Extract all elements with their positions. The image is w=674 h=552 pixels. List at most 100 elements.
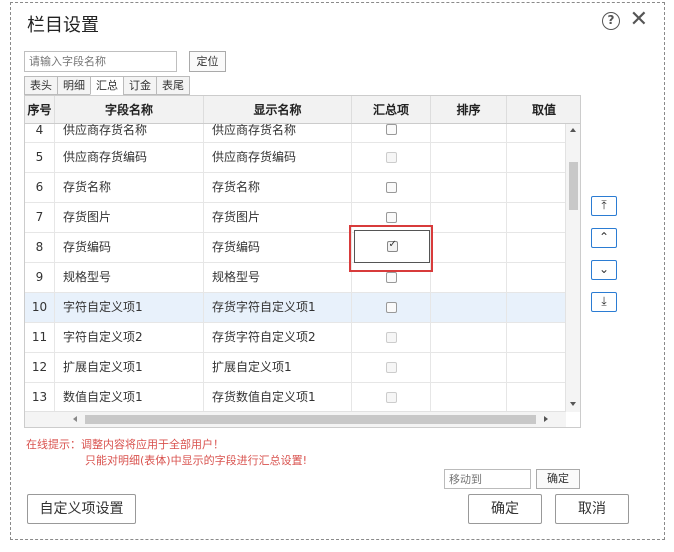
summary-checkbox[interactable] — [385, 182, 397, 193]
scroll-up-icon[interactable] — [570, 128, 576, 132]
value-cell — [507, 323, 566, 352]
vertical-scroll-thumb[interactable] — [569, 162, 578, 210]
col-header-display: 显示名称 — [204, 96, 352, 123]
tab-header[interactable]: 表头 — [24, 76, 57, 95]
display-name-cell: 规格型号 — [204, 263, 352, 292]
online-tip-line-2: 只能对明细(表体)中显示的字段进行汇总设置! — [85, 454, 307, 467]
row-number: 4 — [25, 124, 55, 142]
table-row[interactable]: 5 供应商存货编码 供应商存货编码 — [25, 143, 566, 173]
move-to-input[interactable] — [444, 469, 531, 489]
tab-detail[interactable]: 明细 — [57, 76, 90, 95]
table-row[interactable]: 13 数值自定义项1 存货数值自定义项1 — [25, 383, 566, 412]
tab-summary[interactable]: 汇总 — [90, 76, 123, 95]
vertical-scrollbar[interactable] — [565, 124, 580, 412]
value-cell — [507, 233, 566, 262]
display-name-cell: 存货数值自定义项1 — [204, 383, 352, 412]
summary-cell[interactable] — [352, 124, 431, 142]
table-row[interactable]: 8 存货编码 存货编码 — [25, 233, 566, 263]
table-row[interactable]: 6 存货名称 存货名称 — [25, 173, 566, 203]
display-name-cell: 供应商存货名称 — [204, 124, 352, 142]
summary-checkbox[interactable] — [385, 272, 397, 283]
field-name-cell: 扩展自定义项1 — [55, 353, 204, 382]
scroll-left-icon[interactable] — [73, 416, 77, 422]
horizontal-scroll-thumb[interactable] — [85, 415, 536, 424]
field-name-cell: 数值自定义项1 — [55, 383, 204, 412]
horizontal-scrollbar[interactable] — [25, 411, 566, 427]
summary-checkbox — [385, 332, 397, 343]
online-tip-line-1: 在线提示：调整内容将应用于全部用户！ — [26, 438, 224, 451]
tab-footer[interactable]: 表尾 — [156, 76, 190, 95]
field-name-cell: 字符自定义项2 — [55, 323, 204, 352]
tab-bar: 表头 明细 汇总 订金 表尾 — [24, 76, 190, 95]
row-number: 10 — [25, 293, 55, 322]
col-header-value: 取值 — [507, 96, 580, 123]
custom-items-settings-button[interactable]: 自定义项设置 — [27, 494, 136, 524]
summary-checkbox[interactable] — [385, 124, 397, 135]
field-name-cell: 存货图片 — [55, 203, 204, 232]
field-name-cell: 规格型号 — [55, 263, 204, 292]
summary-cell[interactable] — [352, 293, 431, 322]
value-cell — [507, 383, 566, 412]
sort-cell — [431, 124, 507, 142]
summary-checkbox — [385, 392, 397, 403]
checked-checkbox-icon[interactable] — [386, 239, 398, 252]
locate-button[interactable]: 定位 — [189, 51, 226, 72]
move-to-bottom-button[interactable]: ⤓ — [591, 292, 617, 312]
row-number: 8 — [25, 233, 55, 262]
table-row[interactable]: 9 规格型号 规格型号 — [25, 263, 566, 293]
field-search-input[interactable] — [24, 51, 177, 72]
display-name-cell: 存货字符自定义项1 — [204, 293, 352, 322]
summary-cell[interactable] — [352, 173, 431, 202]
sort-cell — [431, 383, 507, 412]
help-icon[interactable]: ? — [602, 12, 620, 30]
move-down-button[interactable]: ⌄ — [591, 260, 617, 280]
move-confirm-button[interactable]: 确定 — [536, 469, 580, 489]
summary-checkbox — [385, 152, 397, 163]
table-row[interactable]: 12 扩展自定义项1 扩展自定义项1 — [25, 353, 566, 383]
row-number: 5 — [25, 143, 55, 172]
table-row[interactable]: 7 存货图片 存货图片 — [25, 203, 566, 233]
summary-cell[interactable] — [352, 323, 431, 352]
summary-checkbox — [385, 362, 397, 373]
sort-cell — [431, 263, 507, 292]
row-number: 9 — [25, 263, 55, 292]
sort-cell — [431, 173, 507, 202]
table-row[interactable]: 10 字符自定义项1 存货字符自定义项1 — [25, 293, 566, 323]
row-number: 13 — [25, 383, 55, 412]
value-cell — [507, 143, 566, 172]
cancel-button[interactable]: 取消 — [555, 494, 629, 524]
table-row[interactable]: 4 供应商存货名称 供应商存货名称 — [25, 124, 566, 143]
display-name-cell: 供应商存货编码 — [204, 143, 352, 172]
scroll-right-icon[interactable] — [544, 416, 548, 422]
summary-cell[interactable] — [352, 383, 431, 412]
summary-cell[interactable] — [352, 143, 431, 172]
field-name-cell: 供应商存货名称 — [55, 124, 204, 142]
field-name-cell: 存货编码 — [55, 233, 204, 262]
sort-cell — [431, 353, 507, 382]
summary-checkbox-cell-row-8[interactable] — [354, 230, 430, 263]
display-name-cell: 存货名称 — [204, 173, 352, 202]
col-header-no: 序号 — [25, 96, 55, 123]
value-cell — [507, 203, 566, 232]
display-name-cell: 存货字符自定义项2 — [204, 323, 352, 352]
sort-cell — [431, 143, 507, 172]
move-to-top-button[interactable]: ⤒ — [591, 196, 617, 216]
row-number: 11 — [25, 323, 55, 352]
row-number: 12 — [25, 353, 55, 382]
summary-cell[interactable] — [352, 353, 431, 382]
field-name-cell: 供应商存货编码 — [55, 143, 204, 172]
display-name-cell: 扩展自定义项1 — [204, 353, 352, 382]
row-number: 6 — [25, 173, 55, 202]
close-icon[interactable]: ✕ — [630, 7, 648, 33]
field-grid: 序号 字段名称 显示名称 汇总项 排序 取值 4 供应商存货名称 供应商存货名称 5 供… — [24, 95, 581, 428]
tab-deposit[interactable]: 订金 — [123, 76, 156, 95]
summary-checkbox[interactable] — [385, 212, 397, 223]
summary-checkbox[interactable] — [385, 302, 397, 313]
value-cell — [507, 173, 566, 202]
table-row[interactable]: 11 字符自定义项2 存货字符自定义项2 — [25, 323, 566, 353]
sort-cell — [431, 293, 507, 322]
scroll-down-icon[interactable] — [570, 402, 576, 406]
ok-button[interactable]: 确定 — [468, 494, 542, 524]
move-up-button[interactable]: ⌃ — [591, 228, 617, 248]
grid-rows: 4 供应商存货名称 供应商存货名称 5 供应商存货编码 供应商存货编码 6 存货名称 存货名称 7… — [25, 124, 566, 412]
